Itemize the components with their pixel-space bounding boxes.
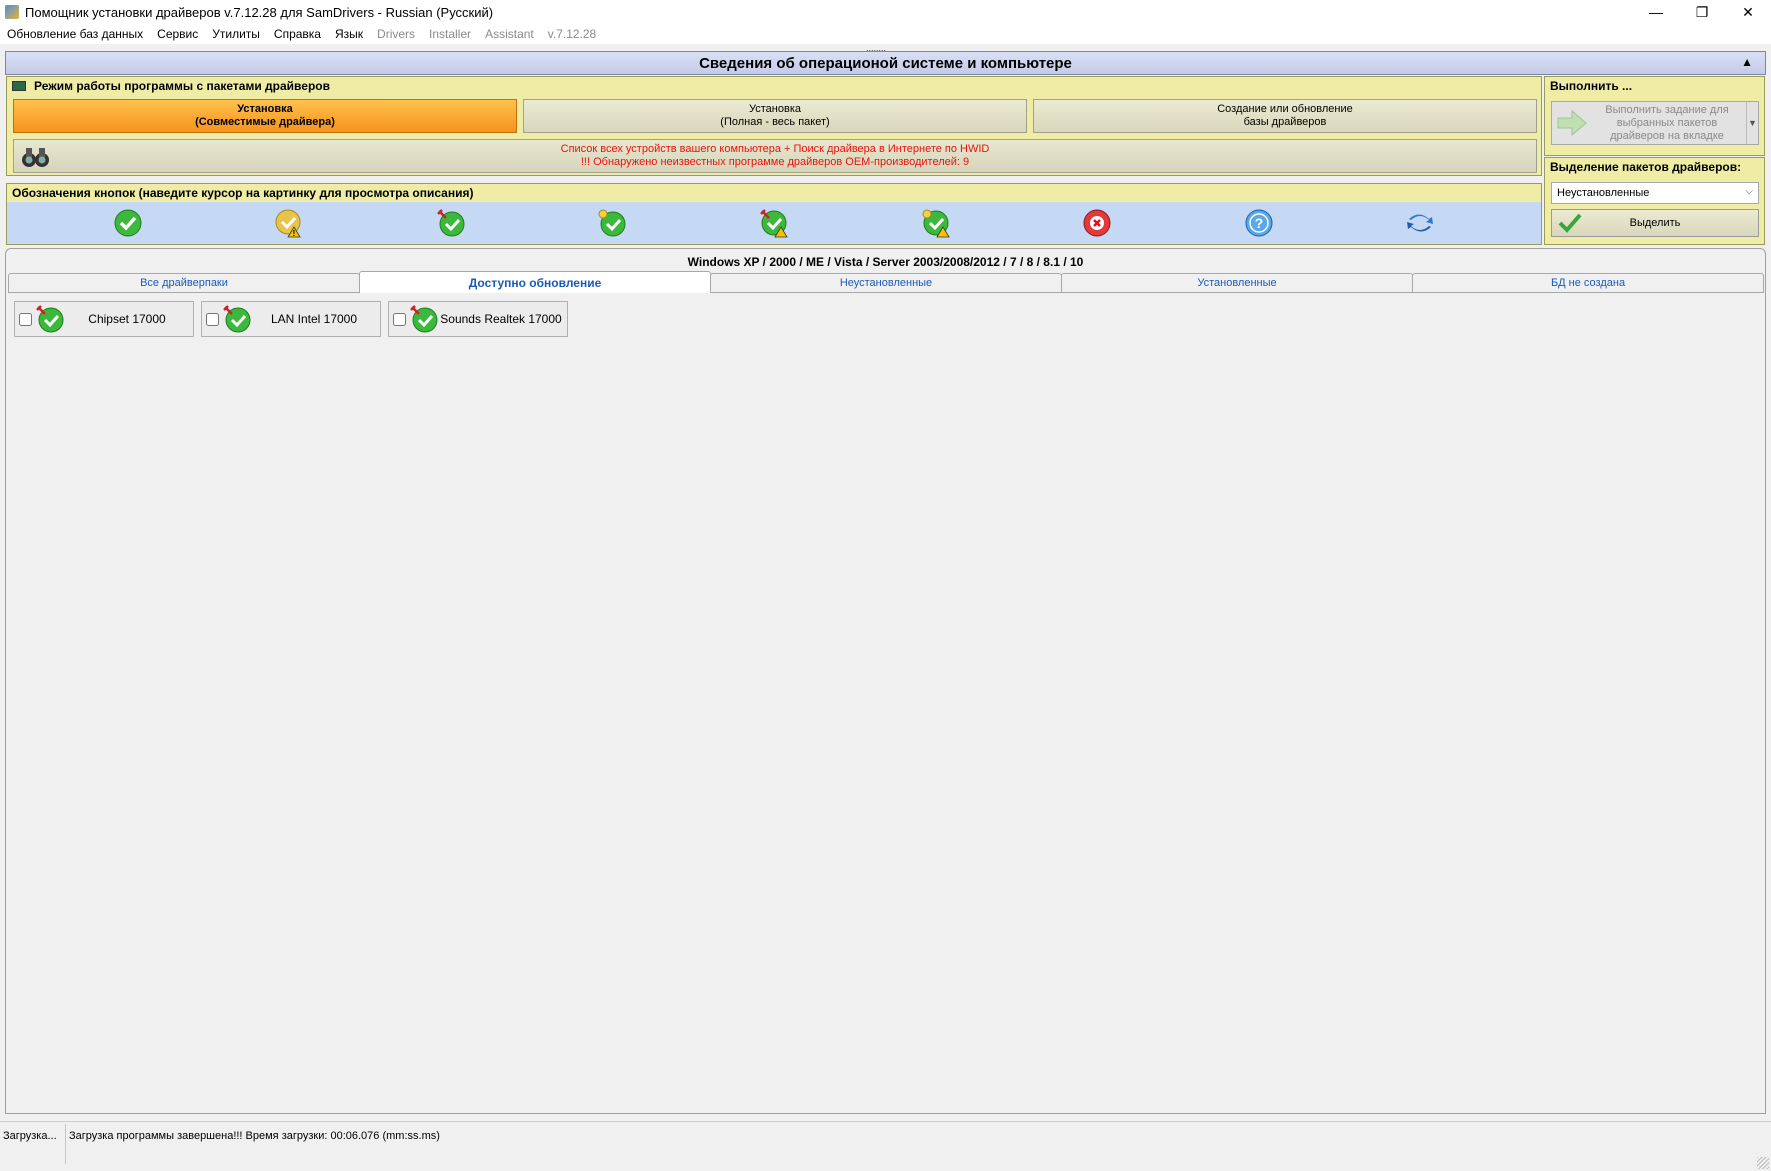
select-button-label: Выделить [1629,217,1681,229]
green-check-pin-icon [36,305,64,333]
package-checkbox[interactable] [19,312,32,326]
title-bar: Помощник установки драйверов v.7.12.28 д… [0,0,1771,24]
status-separator [65,1124,66,1164]
tab-installed[interactable]: Установленные [1061,273,1413,293]
mode-button-line2: базы драйверов [1243,116,1327,128]
green-checkmark-icon [1558,213,1582,233]
legend-panel: Обозначения кнопок (наведите курсор на к… [6,183,1542,245]
legend-panel-title: Обозначения кнопок (наведите курсор на к… [12,186,474,200]
hwid-line1: Список всех устройств вашего компьютера … [560,143,990,155]
driver-tabs: Все драйверпаки Доступно обновление Неус… [8,271,1764,293]
system-info-header[interactable]: Сведения об операционой системе и компью… [5,51,1766,75]
select-button[interactable]: Выделить [1551,209,1759,237]
mode-button-line1: Установка [237,103,293,115]
mode-button-line1: Установка [749,103,801,115]
package-item[interactable]: Chipset 17000 [14,301,194,337]
right-column: Выполнить ... Выполнить задание для выбр… [1544,76,1765,245]
restore-button[interactable]: ❐ [1679,0,1725,24]
green-check-icon[interactable] [113,208,143,238]
tab-update-available[interactable]: Доступно обновление [359,271,711,293]
package-label: Sounds Realtek 17000 [440,312,562,326]
os-support-line: Windows XP / 2000 / ME / Vista / Server … [687,255,1084,269]
svg-text:!: ! [293,229,296,238]
package-label: LAN Intel 17000 [270,312,358,326]
execute-line2: выбранных пакетов [1616,116,1718,129]
green-check-bulb-icon[interactable] [597,208,627,238]
tab-not-installed[interactable]: Неустановленные [710,273,1062,293]
green-check-pin-warning-icon[interactable] [759,208,789,238]
execute-task-button[interactable]: Выполнить задание для выбранных пакетов … [1551,101,1759,145]
execute-line3: драйверов на вкладке [1610,129,1724,142]
yellow-check-warning-icon[interactable]: ! [274,208,304,238]
svg-text:?: ? [1254,215,1263,231]
select-panel-title: Выделение пакетов драйверов: [1550,160,1742,174]
mode-install-full-button[interactable]: Установка (Полная - весь пакет) [523,99,1027,133]
red-x-icon[interactable] [1082,208,1112,238]
menu-update-databases[interactable]: Обновление баз данных [0,27,150,41]
menu-bar: Обновление баз данных Сервис Утилиты Спр… [0,24,1771,44]
mode-panel-header: Режим работы программы с пакетами драйве… [7,77,1541,95]
blue-refresh-icon[interactable] [1405,208,1435,238]
green-check-bulb-warning-icon[interactable] [921,208,951,238]
menu-language[interactable]: Язык [328,27,370,41]
execute-panel-title: Выполнить ... [1550,79,1633,93]
mode-button-line1: Создание или обновление [1217,103,1353,115]
menu-version: v.7.12.28 [547,27,597,41]
package-checkbox[interactable] [393,312,406,326]
package-list: Chipset 17000 LAN Intel 17000 Sounds Rea… [14,301,568,337]
status-bar: Загрузка... Загрузка программы завершена… [0,1121,1771,1171]
tab-all-driverpacks[interactable]: Все драйверпаки [8,273,360,293]
close-button[interactable]: ✕ [1725,0,1771,24]
hwid-search-button[interactable]: Список всех устройств вашего компьютера … [13,139,1537,173]
mode-buttons: Установка (Совместимые драйвера) Установ… [13,99,1537,133]
execute-line1: Выполнить задание для [1605,103,1729,116]
chevron-down-icon: ⌵ [1745,186,1753,197]
window-title: Помощник установки драйверов v.7.12.28 д… [25,4,494,20]
execute-dropdown-arrow-icon[interactable]: ▼ [1746,102,1758,144]
tab-db-not-created[interactable]: БД не создана [1412,273,1764,293]
package-label: Chipset 17000 [88,312,166,326]
mode-create-database-button[interactable]: Создание или обновление базы драйверов [1033,99,1537,133]
resize-grip-icon[interactable] [1757,1157,1769,1169]
green-check-pin-icon [410,305,438,333]
mode-button-line2: (Совместимые драйвера) [195,116,335,128]
mode-install-compatible-button[interactable]: Установка (Совместимые драйвера) [13,99,517,133]
select-filter-combo[interactable]: Неустановленные ⌵ [1551,182,1759,204]
menu-brand-assistant: Assistant [485,27,534,41]
blue-question-icon[interactable]: ? [1244,208,1274,238]
binoculars-icon [22,148,49,167]
collapse-arrow-icon[interactable]: ▲ [1741,55,1753,69]
menu-brand-installer: Installer [429,27,472,41]
mode-panel: Режим работы программы с пакетами драйве… [6,76,1542,176]
menu-utilities[interactable]: Утилиты [205,27,267,41]
select-filter-value: Неустановленные [1557,187,1650,199]
mode-button-line2: (Полная - весь пакет) [720,116,830,128]
menu-brand-drivers: Drivers [377,27,416,41]
minimize-button[interactable]: — [1633,0,1679,24]
status-left: Загрузка... [3,1130,57,1142]
window-controls: — ❐ ✕ [1633,0,1771,24]
menu-service[interactable]: Сервис [150,27,205,41]
mode-panel-title: Режим работы программы с пакетами драйве… [34,79,330,93]
board-icon [12,81,26,91]
execute-panel: Выполнить ... Выполнить задание для выбр… [1544,76,1765,156]
menu-help[interactable]: Справка [267,27,328,41]
system-info-title: Сведения об операционой системе и компью… [699,54,1072,72]
select-panel: Выделение пакетов драйверов: Неустановле… [1544,157,1765,245]
status-message: Загрузка программы завершена!!! Время за… [69,1130,440,1142]
legend-icons: ! ? [7,202,1541,244]
green-check-pin-icon[interactable] [436,208,466,238]
package-checkbox[interactable] [206,312,219,326]
package-item[interactable]: Sounds Realtek 17000 [388,301,568,337]
hwid-line2: !!! Обнаружено неизвестных программе дра… [580,156,970,168]
package-item[interactable]: LAN Intel 17000 [201,301,381,337]
execute-task-label: Выполнить задание для выбранных пакетов … [1588,104,1746,143]
driver-packs-frame: Windows XP / 2000 / ME / Vista / Server … [5,248,1766,1114]
green-arrow-icon [1557,109,1587,137]
green-check-pin-icon [223,305,251,333]
app-icon [5,5,19,19]
